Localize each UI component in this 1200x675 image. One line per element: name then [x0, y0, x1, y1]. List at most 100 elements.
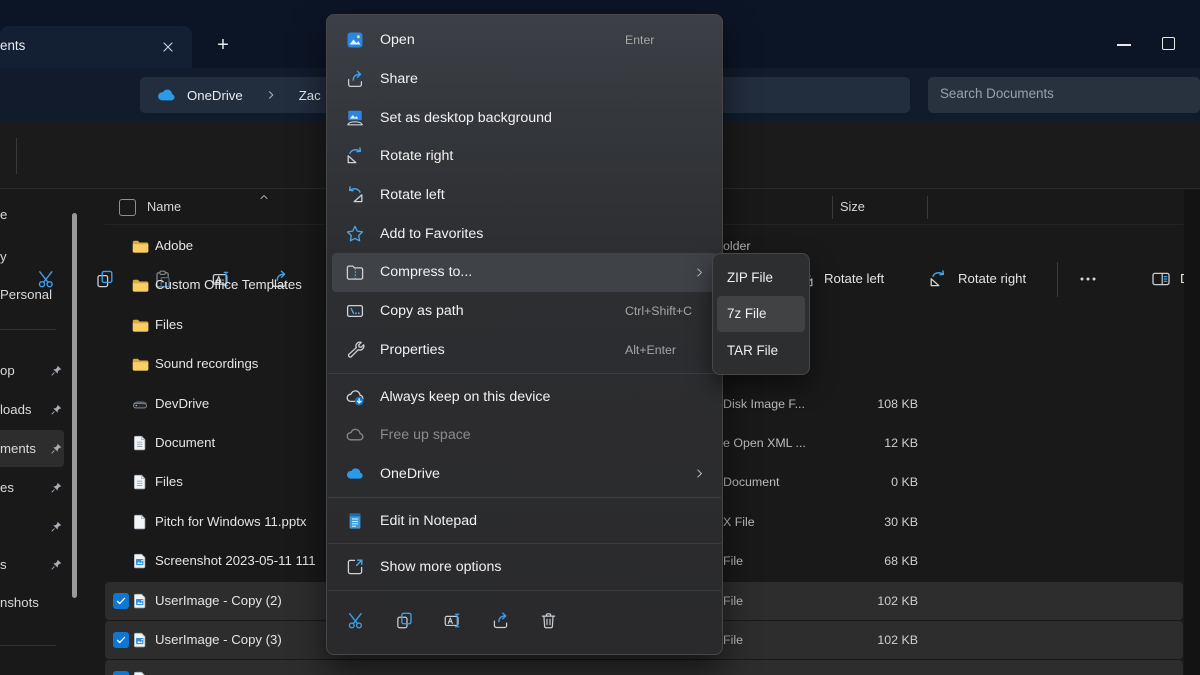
submenu-item-7z-file[interactable]: 7z File: [717, 296, 805, 333]
tab-close-icon[interactable]: [160, 39, 176, 55]
menu-item-label: Open: [380, 32, 415, 48]
toolbar-divider: [16, 138, 17, 174]
menu-item-onedrive[interactable]: OneDrive: [327, 455, 722, 494]
submenu-item-tar-file[interactable]: TAR File: [717, 332, 805, 369]
chevron-right-icon: [693, 467, 706, 480]
file-name: Files: [155, 474, 183, 489]
breadcrumb-root[interactable]: OneDrive: [187, 88, 243, 103]
menu-item-label: Always keep on this device: [380, 389, 550, 405]
share-button[interactable]: [482, 603, 518, 639]
menu-item-add-to-favorites[interactable]: Add to Favorites: [327, 214, 722, 253]
sidebar-item-home[interactable]: e: [0, 205, 7, 225]
sidebar-item-pictures[interactable]: es: [0, 478, 14, 498]
tab-label: ents: [0, 36, 25, 56]
file-explorer-window: ents + OneDrive Zac Search Documents oun…: [0, 0, 1200, 675]
wrench-icon: [345, 340, 365, 360]
submenu-item-zip-file[interactable]: ZIP File: [717, 259, 805, 296]
file-size: 102 KB: [818, 633, 918, 647]
search-input[interactable]: Search Documents: [928, 77, 1200, 113]
checkbox-checked[interactable]: [113, 671, 129, 675]
breadcrumb-folder[interactable]: Zac: [299, 88, 321, 103]
notepad-icon: [345, 511, 365, 531]
checkbox-checked[interactable]: [113, 593, 129, 609]
delete-button[interactable]: [530, 603, 566, 639]
new-tab-button[interactable]: +: [210, 33, 236, 59]
file-name: Document: [155, 435, 215, 450]
sidebar-item-screenshots[interactable]: nshots: [0, 593, 39, 613]
sort-asc-icon[interactable]: [258, 191, 270, 203]
select-all-checkbox[interactable]: [119, 199, 136, 216]
file-type: older: [723, 239, 751, 253]
menu-item-free-up-space: Free up space: [327, 416, 722, 455]
star-icon: [345, 224, 365, 244]
file-name: Custom Office Templates: [155, 277, 302, 292]
cloud-icon: [345, 425, 365, 445]
menu-item-label: Rotate right: [380, 148, 453, 164]
sidebar-item-label: e: [0, 207, 7, 222]
file-name: UserImage - Copy (3): [155, 632, 282, 647]
sidebar-item-label: loads: [0, 402, 32, 417]
column-header-size[interactable]: Size: [840, 198, 865, 216]
table-row-selected-partial[interactable]: [105, 660, 1183, 675]
menu-item-properties[interactable]: Properties Alt+Enter: [327, 331, 722, 370]
cut-button[interactable]: [338, 603, 374, 639]
sidebar-item-videos[interactable]: s: [0, 555, 7, 575]
desktop-background-icon: [345, 108, 365, 128]
sidebar-scrollbar[interactable]: [72, 213, 77, 598]
file-name: Sound recordings: [155, 356, 258, 371]
sidebar-item-documents[interactable]: ments: [0, 439, 36, 459]
sidebar-item-desktop[interactable]: op: [0, 361, 15, 381]
menu-item-label: Copy as path: [380, 303, 464, 319]
menu-item-compress-to[interactable]: Compress to...: [332, 253, 717, 292]
search-placeholder: Search Documents: [940, 86, 1054, 101]
minimize-button[interactable]: [1103, 30, 1145, 60]
file-name: Pitch for Windows 11.pptx: [155, 514, 306, 529]
menu-item-rotate-left[interactable]: Rotate left: [327, 176, 722, 215]
menu-item-show-more-options[interactable]: Show more options: [327, 548, 722, 587]
pin-icon: [50, 520, 63, 533]
menu-item-label: Rotate left: [380, 187, 445, 203]
checkbox-checked[interactable]: [113, 632, 129, 648]
menu-item-label: Properties: [380, 342, 445, 358]
file-type: File: [723, 554, 743, 568]
menu-separator: [328, 497, 721, 498]
column-divider[interactable]: [927, 196, 928, 219]
file-size: 68 KB: [818, 554, 918, 568]
sidebar-item-downloads[interactable]: loads: [0, 400, 32, 420]
sidebar-item-label: ments: [0, 441, 36, 456]
sidebar-item-onedrive-personal[interactable]: Personal: [0, 285, 52, 305]
cloud-download-icon: [345, 387, 365, 407]
menu-item-share[interactable]: Share: [327, 60, 722, 99]
menu-item-open[interactable]: Open Enter: [327, 21, 722, 60]
menu-item-label: Edit in Notepad: [380, 513, 477, 529]
rename-button[interactable]: [434, 603, 470, 639]
menu-item-label: Compress to...: [380, 264, 472, 280]
sidebar-item-label: Personal: [0, 287, 52, 302]
onedrive-icon: [345, 464, 365, 484]
rotate-right-icon: [345, 146, 365, 166]
column-divider[interactable]: [832, 196, 833, 219]
file-size: 0 KB: [818, 475, 918, 489]
copy-button[interactable]: [386, 603, 422, 639]
file-type: File: [723, 633, 743, 647]
tab-documents[interactable]: ents: [0, 26, 192, 68]
minimize-icon: [1117, 44, 1131, 46]
menu-item-set-as-desktop-background[interactable]: Set as desktop background: [327, 98, 722, 137]
menu-item-shortcut: Enter: [625, 33, 654, 47]
menu-item-label: Add to Favorites: [380, 226, 483, 242]
column-header-name[interactable]: Name: [147, 198, 181, 216]
sidebar-item-label: es: [0, 480, 14, 495]
menu-item-copy-as-path[interactable]: Copy as path Ctrl+Shift+C: [327, 292, 722, 331]
chevron-right-icon: [693, 266, 706, 279]
menu-item-edit-in-notepad[interactable]: Edit in Notepad: [327, 501, 722, 540]
file-name: UserImage - Copy (2): [155, 593, 282, 608]
maximize-button[interactable]: [1149, 30, 1191, 60]
menu-item-always-keep-on-device[interactable]: Always keep on this device: [327, 377, 722, 416]
share-icon: [345, 69, 365, 89]
show-more-icon: [345, 557, 365, 577]
file-name: Files: [155, 317, 183, 332]
menu-item-rotate-right[interactable]: Rotate right: [327, 137, 722, 176]
pin-icon: [50, 403, 63, 416]
menu-separator: [328, 373, 721, 374]
sidebar-item-gallery[interactable]: y: [0, 247, 7, 267]
